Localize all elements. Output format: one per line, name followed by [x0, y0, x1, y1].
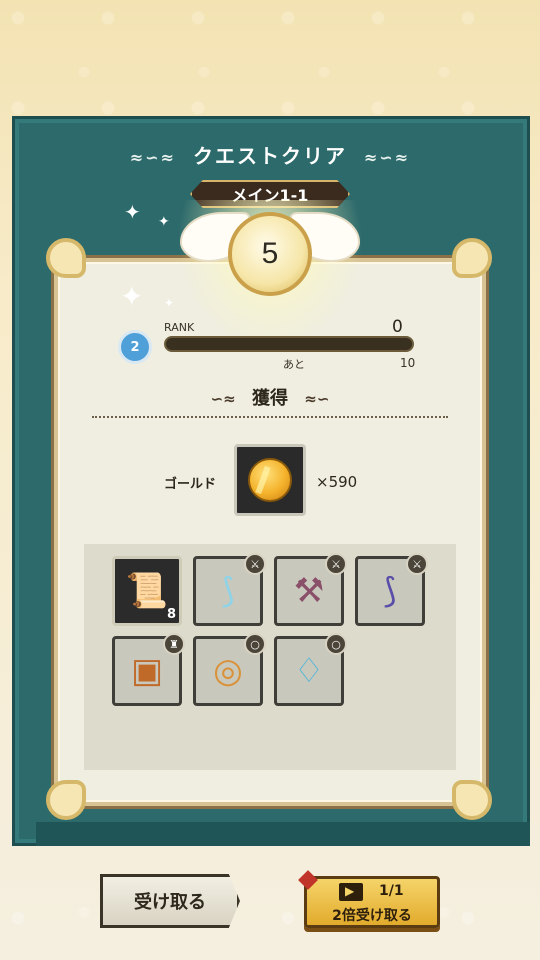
- item-slot-scythe[interactable]: ⟆ ⚔: [193, 553, 266, 626]
- sparkle-icon: ✦: [158, 214, 170, 230]
- video-icon: [339, 883, 363, 901]
- hammer-icon: ⚒: [293, 571, 325, 611]
- screen-title: クエストクリア: [193, 144, 347, 168]
- rank-next-label: あと: [283, 358, 305, 371]
- scroll-icon: 📜: [125, 571, 169, 611]
- card-corner-ornament: [452, 780, 492, 820]
- dark-scythe-icon: ⟆: [383, 571, 397, 611]
- gold-label: ゴールド: [164, 477, 217, 492]
- rank-progress-bar: [164, 336, 414, 352]
- weapon-type-icon: ⚔: [325, 553, 347, 575]
- gold-slot[interactable]: [234, 444, 306, 516]
- rank-badge: 2: [118, 330, 152, 364]
- obtained-title: 獲得: [252, 388, 288, 409]
- sparkle-icon: ✦: [120, 280, 144, 313]
- sparkle-icon: ✦: [124, 200, 141, 224]
- left-ornament-icon: ≈∽≈: [129, 148, 177, 167]
- ring-type-icon: ○: [244, 633, 266, 655]
- obtained-title-row: ∽≈ 獲得 ≈∽: [0, 384, 540, 410]
- scythe-icon: ⟆: [221, 571, 235, 611]
- screen-title-row: ≈∽≈ クエストクリア ≈∽≈: [0, 140, 540, 169]
- double-receive-label: 2倍受け取る: [332, 908, 412, 924]
- item-slot-scroll[interactable]: 📜 8: [112, 556, 182, 626]
- clear-medal: 5: [228, 212, 312, 296]
- necklace-icon: ♢: [293, 651, 325, 691]
- double-receive-count: 1/1: [379, 883, 404, 899]
- item-slot-hammer[interactable]: ⚒ ⚔: [274, 553, 347, 626]
- left-ornament-icon: ∽≈: [210, 390, 236, 408]
- sparkle-icon: ✦: [164, 296, 175, 310]
- item-slot-ring[interactable]: ◎ ○: [193, 633, 266, 706]
- receive-button[interactable]: 受け取る: [100, 874, 240, 928]
- section-divider: [92, 416, 448, 418]
- double-receive-button[interactable]: 1/1 2倍受け取る: [298, 870, 440, 928]
- armor-type-icon: ♜: [163, 633, 185, 655]
- rank-badge-value: 2: [130, 339, 140, 355]
- card-corner-ornament: [46, 238, 86, 278]
- rank-exp-value: 0: [392, 317, 403, 337]
- panel-shadow: [36, 822, 530, 846]
- right-ornament-icon: ≈∽: [304, 390, 330, 408]
- item-slot-armor[interactable]: ▣ ♜: [112, 633, 185, 706]
- clear-medal-value: 5: [261, 237, 279, 270]
- card-corner-ornament: [452, 238, 492, 278]
- necklace-type-icon: ○: [325, 633, 347, 655]
- gold-count: ×590: [316, 473, 358, 491]
- card-corner-ornament: [46, 780, 86, 820]
- weapon-type-icon: ⚔: [244, 553, 266, 575]
- right-ornament-icon: ≈∽≈: [363, 148, 411, 167]
- gold-coin-icon: [248, 458, 292, 502]
- rank-next-value: 10: [400, 356, 416, 370]
- item-slot-dark-scythe[interactable]: ⟆ ⚔: [355, 553, 428, 626]
- item-slot-necklace[interactable]: ♢ ○: [274, 633, 347, 706]
- receive-button-label: 受け取る: [134, 892, 206, 913]
- weapon-type-icon: ⚔: [406, 553, 428, 575]
- ring-icon: ◎: [213, 651, 243, 691]
- item-qty: 8: [166, 607, 176, 622]
- armor-icon: ▣: [130, 651, 164, 691]
- rank-label: RANK: [164, 321, 195, 334]
